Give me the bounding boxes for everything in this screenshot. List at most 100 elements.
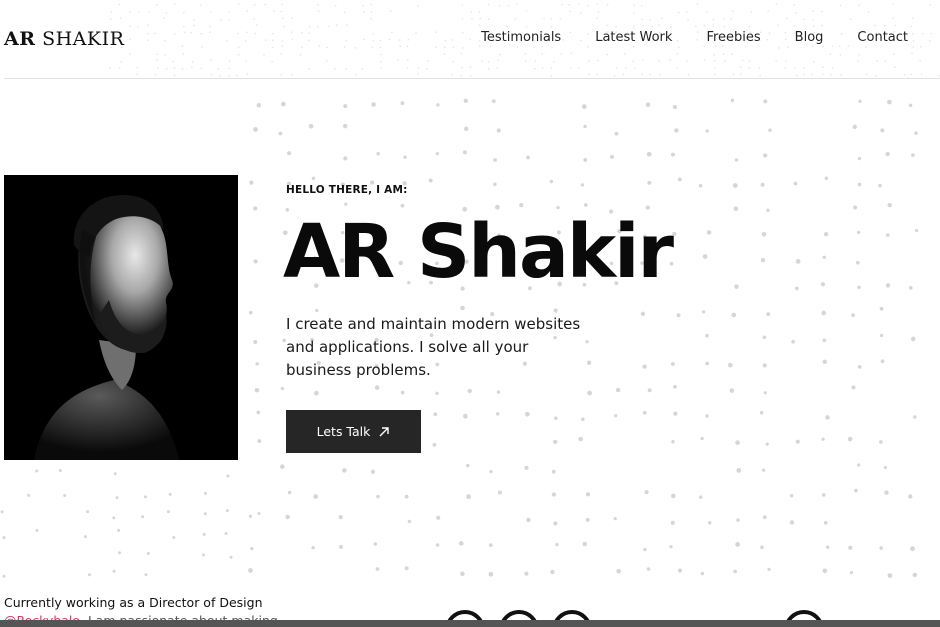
bg-dot: [256, 410, 261, 415]
bg-dot: [115, 496, 119, 500]
bg-dot: [311, 176, 316, 181]
bg-dot: [583, 124, 587, 129]
bg-dot: [141, 515, 145, 519]
bg-dot: [146, 551, 150, 555]
bg-dot: [851, 313, 855, 317]
bg-dot: [436, 515, 441, 520]
bg-dot: [27, 493, 31, 497]
bg-dot: [705, 414, 709, 418]
bg-dot: [858, 99, 862, 103]
bg-dot: [767, 567, 771, 571]
bg-dot: [435, 391, 439, 395]
bg-dot: [729, 388, 735, 393]
bg-dot: [582, 541, 588, 547]
bg-dot: [857, 182, 862, 187]
site-logo[interactable]: AR SHAKIR: [4, 28, 124, 50]
bg-dot: [314, 390, 319, 396]
bg-dot: [113, 472, 117, 476]
bg-dot: [885, 233, 890, 237]
bg-dot: [908, 103, 913, 108]
bg-dot: [462, 150, 467, 155]
bg-dot: [887, 202, 892, 208]
bg-dot: [670, 152, 675, 157]
bg-dot: [823, 520, 828, 525]
nav-testimonials[interactable]: Testimonials: [481, 30, 561, 45]
nav-contact[interactable]: Contact: [857, 30, 908, 45]
bg-dot: [551, 469, 556, 474]
bg-dot: [878, 183, 882, 188]
bg-dot: [248, 568, 253, 573]
bg-dot: [460, 571, 465, 577]
bg-dot: [615, 387, 621, 393]
bg-dot: [883, 465, 888, 470]
page: AR SHAKIR Testimonials Latest Work Freeb…: [0, 0, 940, 627]
bg-dot: [672, 105, 677, 110]
bg-dot: [374, 385, 380, 390]
bg-dot: [278, 131, 283, 136]
bg-dot: [761, 468, 766, 472]
bg-dot: [646, 151, 652, 157]
bg-dot: [857, 230, 861, 235]
bg-dot: [911, 153, 915, 157]
bg-dot: [203, 512, 207, 516]
bg-dot: [736, 518, 740, 522]
bg-dot: [435, 543, 440, 547]
bg-dot: [342, 123, 348, 129]
bg-dot: [671, 440, 675, 444]
logo-name: SHAKIR: [42, 28, 125, 50]
bg-dot: [435, 152, 440, 156]
bg-dot: [884, 490, 889, 495]
bg-dot: [339, 544, 344, 549]
bg-dot: [343, 104, 348, 109]
bg-dot: [466, 463, 470, 468]
bg-dot: [763, 391, 767, 395]
bg-dot: [856, 260, 860, 265]
bg-dot: [848, 545, 853, 550]
bg-dot: [407, 519, 412, 524]
bg-dot: [759, 410, 764, 415]
bg-dot: [768, 128, 772, 132]
lets-talk-button[interactable]: Lets Talk: [286, 410, 421, 453]
bg-dot: [400, 101, 405, 106]
bg-dot: [311, 545, 315, 550]
nav-latest-work[interactable]: Latest Work: [595, 30, 672, 45]
nav-freebies[interactable]: Freebies: [706, 30, 760, 45]
bg-dot: [551, 492, 557, 497]
bottom-scrollbar[interactable]: [0, 620, 940, 627]
bg-dot: [908, 494, 913, 499]
bg-dot: [825, 415, 830, 420]
bg-dot: [578, 436, 583, 442]
bg-dot: [646, 567, 651, 571]
bg-dot: [733, 569, 737, 574]
bg-dot: [493, 158, 497, 162]
header-divider: [4, 78, 940, 79]
bg-dot: [763, 99, 768, 104]
bg-dot: [404, 494, 409, 499]
bg-dot: [229, 555, 233, 559]
bg-dot: [112, 569, 116, 573]
bg-dot: [614, 131, 619, 136]
bg-dot: [404, 566, 409, 571]
bg-dot: [700, 436, 704, 441]
bg-dot: [281, 101, 286, 107]
bg-dot: [371, 102, 376, 107]
bg-dot: [280, 386, 285, 391]
bg-dot: [821, 437, 825, 441]
bg-dot: [708, 521, 712, 525]
bg-dot: [253, 340, 258, 344]
bg-dot: [700, 571, 705, 576]
bg-dot: [250, 546, 254, 551]
bg-dot: [166, 510, 170, 514]
bg-dot: [458, 541, 464, 546]
bg-dot: [549, 179, 554, 184]
nav-blog[interactable]: Blog: [795, 30, 824, 45]
bg-dot: [585, 517, 590, 522]
bg-dot: [585, 492, 591, 497]
bg-dot: [143, 495, 147, 499]
bg-dot: [83, 535, 87, 539]
bg-dot: [224, 531, 228, 535]
bg-dot: [376, 151, 380, 156]
bg-dot: [462, 413, 468, 419]
bg-dot: [553, 439, 558, 445]
bg-dot: [879, 333, 884, 338]
